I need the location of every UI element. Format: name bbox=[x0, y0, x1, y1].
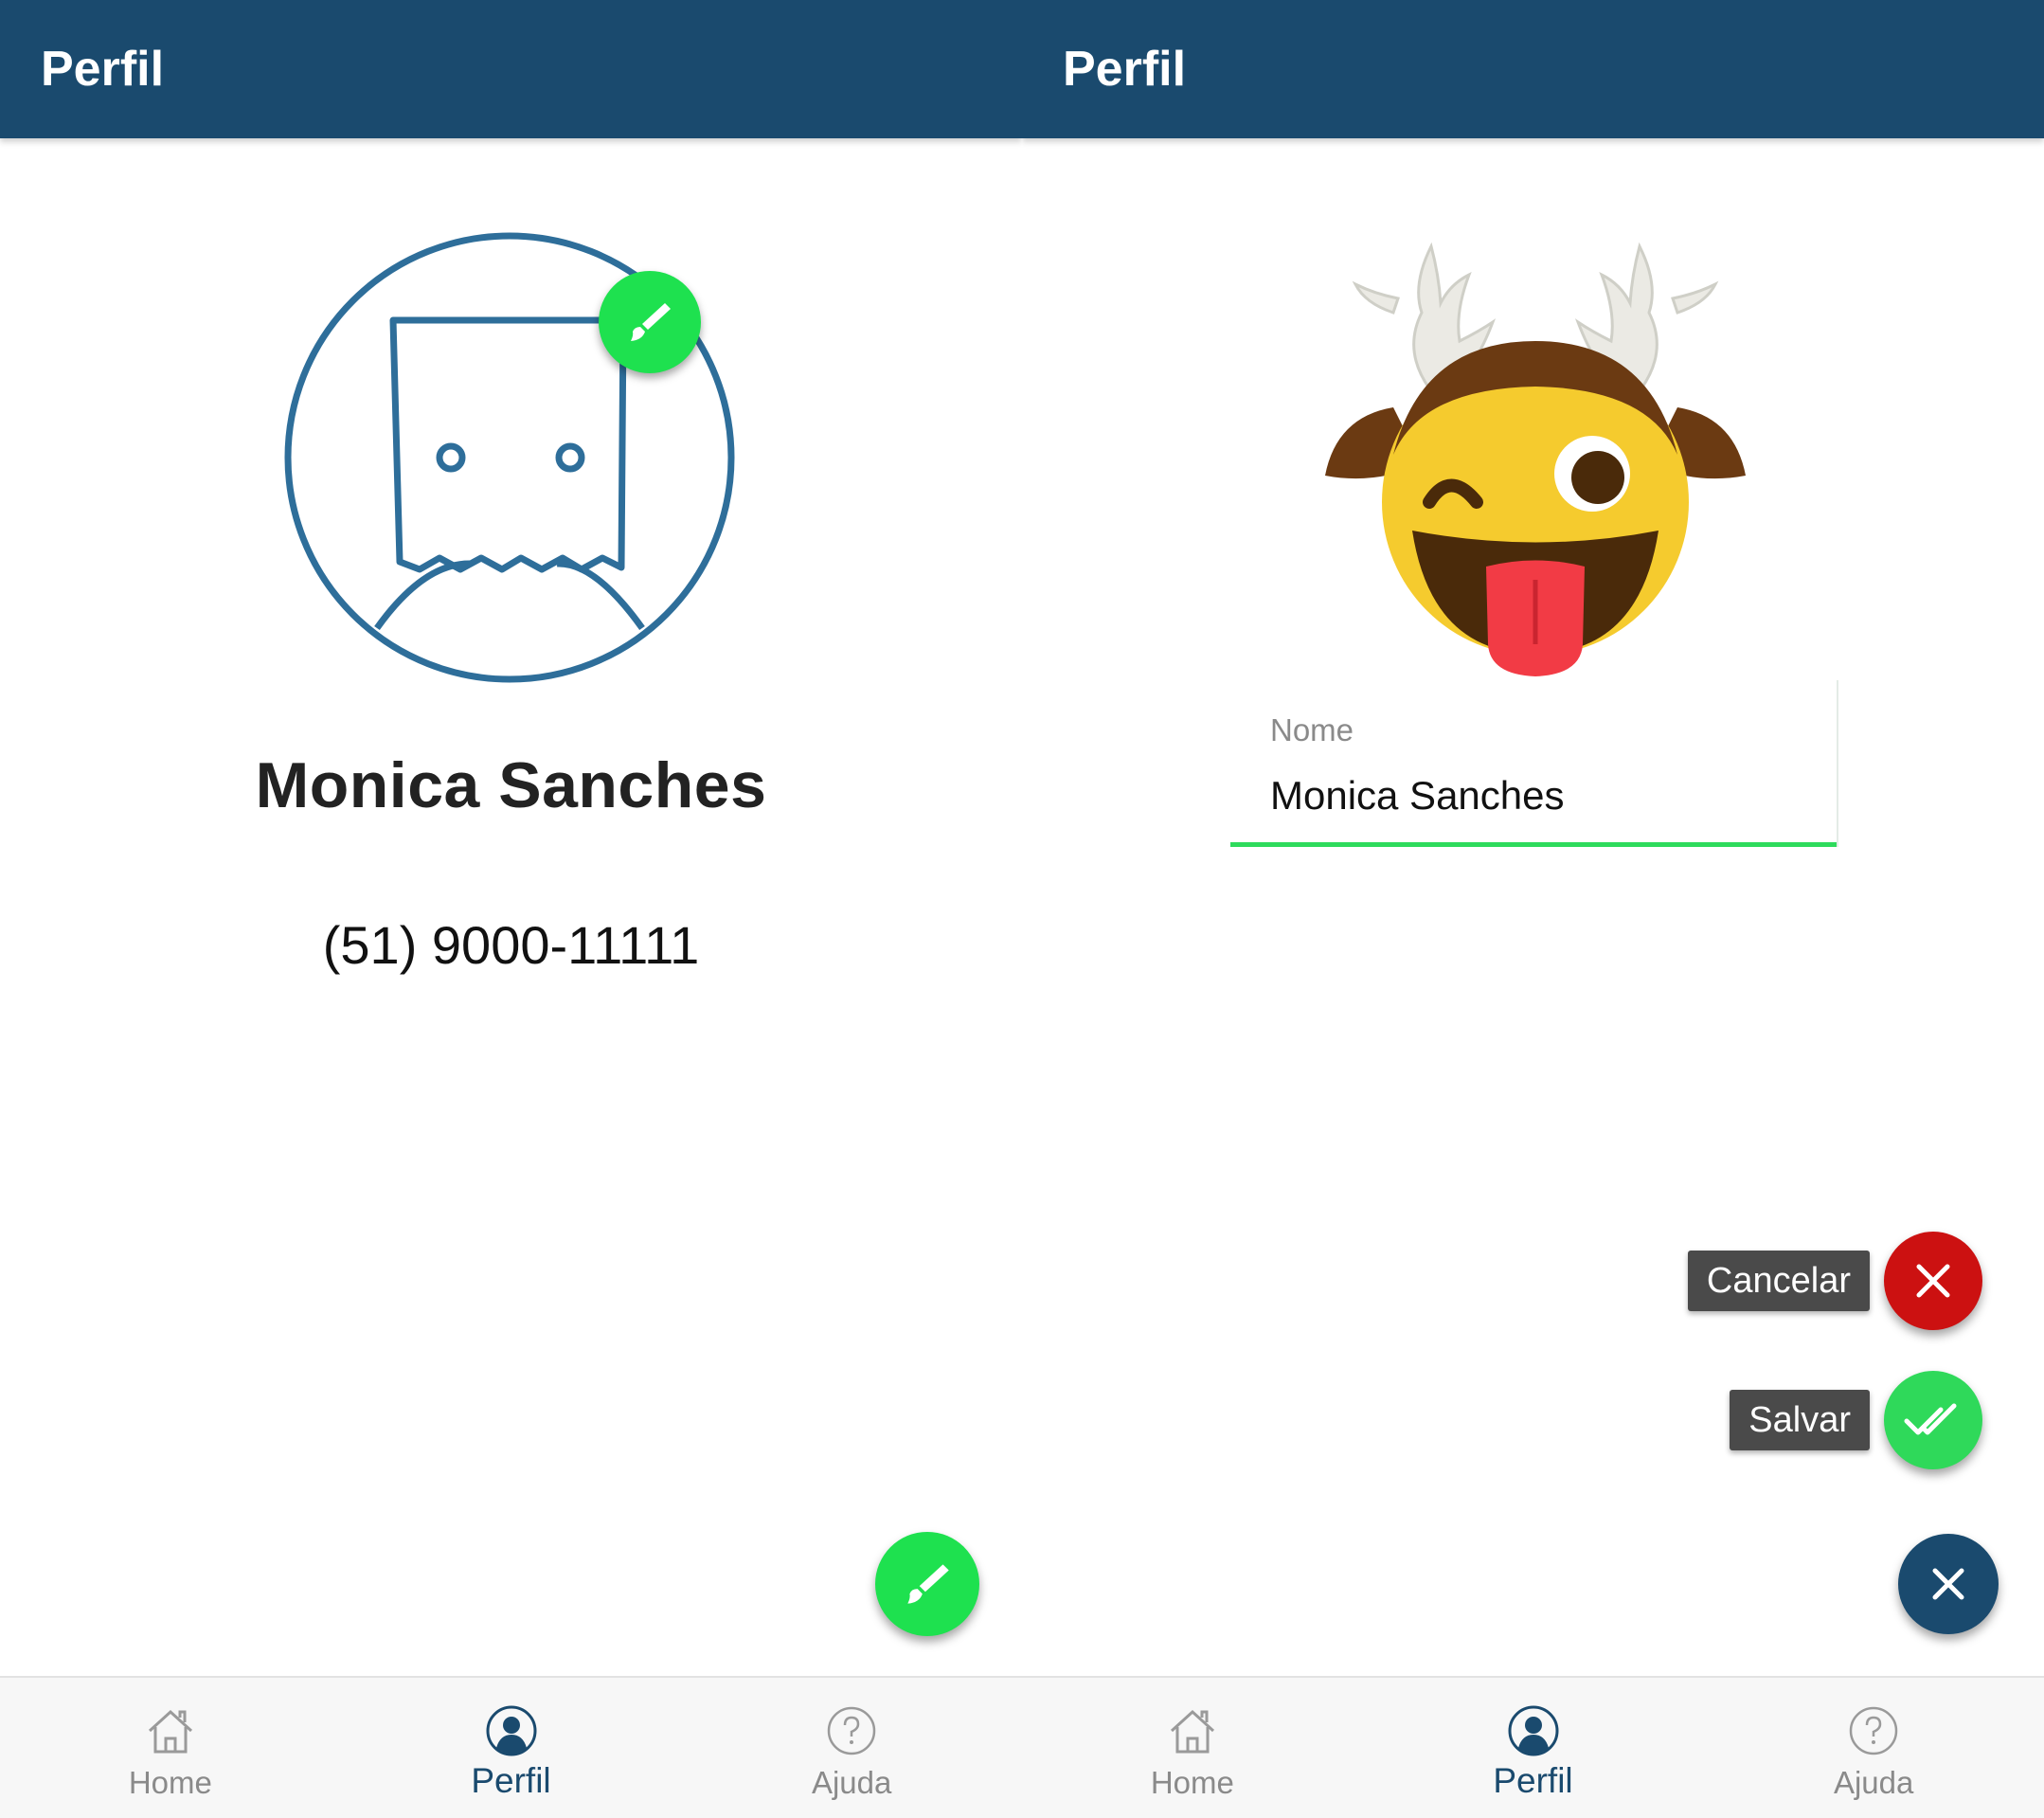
nav-item-ajuda[interactable]: Ajuda bbox=[1703, 1678, 2044, 1818]
bottom-navigation: Home Perfil Ajuda bbox=[1022, 1676, 2044, 1818]
close-icon bbox=[1916, 1264, 1950, 1298]
profile-name: Monica Sanches bbox=[255, 749, 767, 821]
help-icon bbox=[1849, 1706, 1898, 1755]
name-input[interactable] bbox=[1270, 773, 1810, 819]
close-speed-dial-button[interactable] bbox=[1898, 1534, 1999, 1634]
nav-label-home: Home bbox=[1150, 1765, 1234, 1800]
nav-item-perfil[interactable]: Perfil bbox=[341, 1678, 682, 1818]
profile-view-screen: Perfil Monica Sanches (51) 9000-11111 Ho… bbox=[0, 0, 1022, 1818]
save-button[interactable] bbox=[1884, 1371, 1982, 1469]
cancel-button[interactable] bbox=[1884, 1232, 1982, 1330]
profile-phone: (51) 9000-11111 bbox=[322, 915, 700, 975]
name-field-label: Nome bbox=[1270, 712, 1354, 747]
reindeer-winking-emoji-icon bbox=[1325, 242, 1746, 676]
nav-label-perfil: Perfil bbox=[471, 1761, 551, 1800]
paintbrush-icon bbox=[907, 1564, 949, 1604]
profile-edit-screen: Perfil Nome Monica Sanches Cancelar Salv… bbox=[1022, 0, 2044, 1818]
double-check-icon bbox=[1904, 1403, 1957, 1435]
home-icon bbox=[148, 1709, 192, 1754]
nav-item-perfil[interactable]: Perfil bbox=[1363, 1678, 1704, 1818]
edit-avatar-button[interactable] bbox=[599, 271, 701, 373]
avatar[interactable] bbox=[1318, 227, 1753, 682]
app-bar: Perfil bbox=[0, 0, 1022, 138]
user-icon bbox=[486, 1705, 536, 1756]
nav-label-ajuda: Ajuda bbox=[1833, 1765, 1914, 1800]
name-field-underline bbox=[1230, 842, 1837, 847]
nav-label-perfil: Perfil bbox=[1493, 1761, 1573, 1800]
nav-item-ajuda[interactable]: Ajuda bbox=[681, 1678, 1022, 1818]
paintbrush-icon bbox=[631, 303, 671, 341]
page-title: Perfil bbox=[1063, 42, 1187, 97]
nav-item-home[interactable]: Home bbox=[1022, 1678, 1363, 1818]
nav-label-home: Home bbox=[128, 1765, 212, 1800]
app-bar: Perfil bbox=[1022, 0, 2044, 138]
edit-profile-fab[interactable] bbox=[875, 1532, 979, 1636]
home-icon bbox=[1170, 1709, 1214, 1754]
save-label[interactable]: Salvar bbox=[1730, 1390, 1870, 1450]
bottom-navigation: Home Perfil Ajuda bbox=[0, 1676, 1022, 1818]
user-icon bbox=[1508, 1705, 1558, 1756]
close-icon bbox=[1932, 1568, 1964, 1600]
nav-label-ajuda: Ajuda bbox=[811, 1765, 892, 1800]
cancel-label[interactable]: Cancelar bbox=[1687, 1251, 1870, 1311]
page-title: Perfil bbox=[41, 42, 165, 97]
app-stage: Perfil Monica Sanches (51) 9000-11111 Ho… bbox=[0, 0, 2044, 1818]
nav-item-home[interactable]: Home bbox=[0, 1678, 341, 1818]
name-field: Nome bbox=[1230, 680, 1838, 847]
help-icon bbox=[827, 1706, 876, 1755]
